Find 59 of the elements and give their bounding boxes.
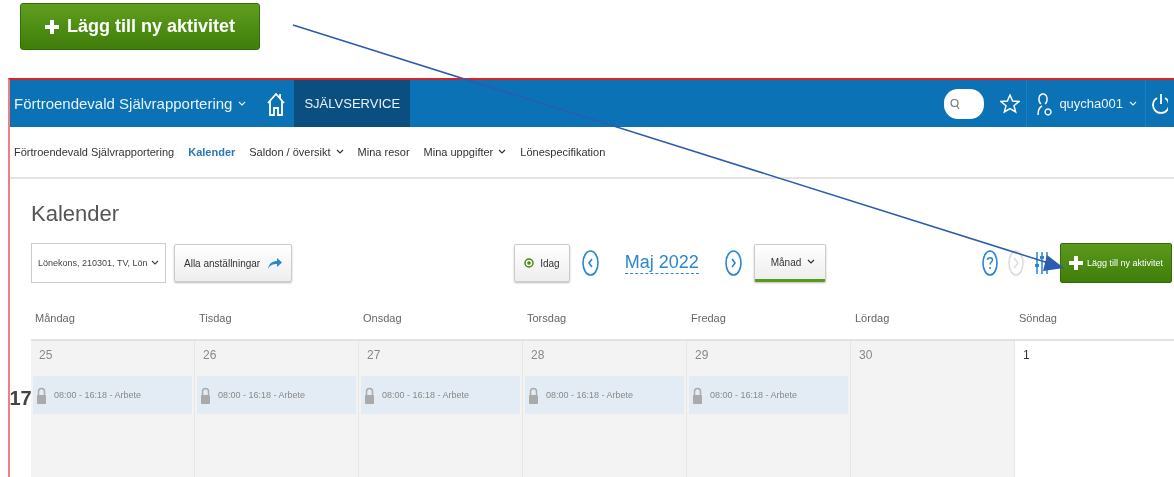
event-label: 08:00 - 16:18 - Arbete: [546, 390, 634, 400]
chevron-down-icon: [151, 260, 159, 266]
all-employments-button[interactable]: Alla anställningar: [174, 244, 293, 282]
event-label: 08:00 - 16:18 - Arbete: [710, 390, 798, 400]
day-number: 27: [367, 348, 382, 362]
add-activity-button[interactable]: Lägg till ny aktivitet: [20, 3, 261, 50]
plus-icon: [1068, 256, 1083, 270]
help-icon[interactable]: [981, 250, 998, 276]
nav-item[interactable]: Förtroendevald Självrapportering: [14, 146, 175, 158]
next-icon[interactable]: [724, 250, 742, 276]
day-number: 28: [531, 348, 546, 362]
circle-icon[interactable]: [1007, 250, 1024, 276]
home-icon[interactable]: [266, 90, 287, 117]
target-icon: [524, 258, 535, 268]
view-select[interactable]: Månad: [753, 244, 827, 282]
calendar-event[interactable]: 08:00 - 16:18 - Arbete: [197, 376, 356, 414]
day-number: 29: [695, 348, 710, 362]
nav-item[interactable]: Lönespecifikation: [520, 146, 606, 158]
user-menu[interactable]: quycha001: [1026, 80, 1146, 127]
search-field[interactable]: [944, 88, 985, 119]
chevron-down-icon: [238, 100, 247, 107]
page-title: Kalender: [31, 201, 121, 227]
header-tab[interactable]: SJÄLVSERVICE: [294, 80, 411, 127]
event-label: 08:00 - 16:18 - Arbete: [218, 390, 306, 400]
day-cell[interactable]: 25 08:00 - 16:18 - Arbete: [31, 341, 195, 477]
day-cell[interactable]: 27 08:00 - 16:18 - Arbete: [359, 341, 523, 477]
chevron-down-icon: [1129, 100, 1137, 107]
today-button[interactable]: Idag: [514, 244, 570, 282]
day-number: 30: [859, 348, 874, 362]
previous-icon[interactable]: [581, 250, 599, 276]
day-cell[interactable]: 26 08:00 - 16:18 - Arbete: [195, 341, 359, 477]
add-activity-button[interactable]: Lägg till ny aktivitet: [1059, 243, 1172, 283]
event-label: 08:00 - 16:18 - Arbete: [54, 390, 142, 400]
day-cell[interactable]: 28 08:00 - 16:18 - Arbete: [523, 341, 687, 477]
plus-icon: [45, 19, 59, 34]
day-cell[interactable]: 29 08:00 - 16:18 - Arbete: [687, 341, 851, 477]
calendar-event[interactable]: 08:00 - 16:18 - Arbete: [525, 376, 684, 414]
app-title-menu[interactable]: Förtroendevald Självrapportering: [10, 80, 259, 127]
search-icon: [950, 97, 961, 110]
month-label[interactable]: Maj 2022: [624, 252, 699, 274]
calendar-event[interactable]: 08:00 - 16:18 - Arbete: [361, 376, 520, 414]
day-number: 1: [1023, 348, 1031, 362]
week-number: 17: [10, 386, 31, 411]
nav-item[interactable]: Saldon / översikt: [249, 146, 344, 158]
nav-item[interactable]: Mina resor: [357, 146, 410, 158]
day-cell[interactable]: 30: [851, 341, 1015, 477]
chevron-down-icon: [807, 259, 816, 265]
sliders-icon[interactable]: [1033, 250, 1050, 276]
calendar-event[interactable]: 08:00 - 16:18 - Arbete: [689, 376, 848, 414]
user-settings-icon: [1035, 90, 1054, 117]
calendar-event[interactable]: 08:00 - 16:18 - Arbete: [33, 376, 192, 414]
nav-item[interactable]: Mina uppgifter: [423, 146, 507, 158]
day-number: 26: [203, 348, 218, 362]
employment-select[interactable]: Lönekons, 210301, TV, Lön: [31, 243, 166, 283]
share-arrow-icon: [266, 256, 283, 270]
nav-item[interactable]: Kalender: [188, 146, 236, 158]
event-label: 08:00 - 16:18 - Arbete: [382, 390, 470, 400]
day-number: 25: [39, 348, 54, 362]
star-icon[interactable]: [1000, 93, 1021, 114]
